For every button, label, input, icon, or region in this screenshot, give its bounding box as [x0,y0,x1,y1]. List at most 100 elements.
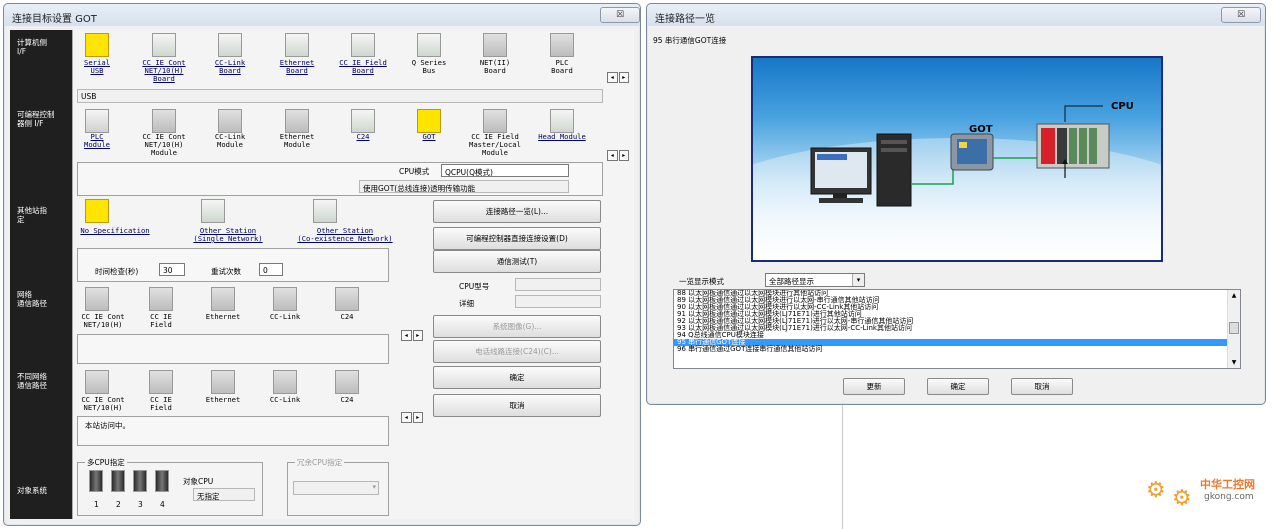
net-cc-link-label: CC-Link [269,312,301,321]
section-network-route: 网络 通信路径 [17,290,47,308]
net-ii-board-icon[interactable] [483,33,507,57]
c24-icon[interactable] [351,109,375,133]
plc-direct-connect-button[interactable]: 可编程控制器直接连接设置(D) [433,227,601,250]
cc-ie-cont-board-label: CC IE Cont NET/10(H) Board [142,58,186,83]
no-specification-label: No Specification [80,226,150,235]
watermark-url: gkong.com [1204,492,1254,502]
no-specification-icon[interactable] [85,199,109,223]
network-route-box [77,334,389,364]
selected-route-title: 95 串行通信GOT连接 [653,36,727,45]
head-module-icon[interactable] [550,109,574,133]
section-sidebar: 计算机侧 I/F 可编程控制 器侧 I/F 其他站指 定 网络 通信路径 不同网… [10,30,72,519]
diff-cc-ie-cont-icon[interactable] [85,370,109,394]
diff-ethernet-icon[interactable] [211,370,235,394]
diff-network-scroll-arrows[interactable]: ◂ ▸ [401,412,423,423]
cpu-1-icon[interactable] [89,470,103,492]
watermark-text: 中华工控网 [1200,478,1255,491]
route-list-scrollbar[interactable]: ▲ ▼ [1227,290,1240,368]
section-plc-if: 可编程控制 器侧 I/F [17,110,55,128]
cpu-type-field [515,278,601,291]
diff-c24-icon[interactable] [335,370,359,394]
timeout-label: 时间检查(秒) [95,267,139,276]
refresh-button[interactable]: 更新 [843,378,905,395]
route-listbox[interactable]: 88 以太网板通信通过以太网模块进行其他站访问 89 以太网板通信通过以太网模块… [673,289,1241,369]
other-station-coexist-icon[interactable] [313,199,337,223]
gear-icon: ⚙ [1172,486,1192,511]
ok-button[interactable]: 确定 [433,366,601,389]
net-cc-ie-field-icon[interactable] [149,287,173,311]
cpu-mode-label: CPU模式 [399,167,430,176]
cpu-2-icon[interactable] [111,470,125,492]
scroll-thumb[interactable] [1229,322,1239,334]
got-label: GOT [422,132,436,141]
redundant-cpu-select[interactable]: ▾ [293,481,379,495]
display-mode-select[interactable]: 全部路径显示 ▾ [765,273,865,287]
got-icon[interactable] [417,109,441,133]
window-title: 连接目标设置 GOT [4,4,640,26]
cc-ie-field-board-icon[interactable] [351,33,375,57]
plc-if-scroll-arrows[interactable]: ◂ ▸ [607,150,629,161]
cc-ie-cont-module-icon[interactable] [152,109,176,133]
ethernet-board-icon[interactable] [285,33,309,57]
cancel-button[interactable]: 取消 [433,394,601,417]
route-list-button[interactable]: 连接路径一览(L)... [433,200,601,223]
net-cc-ie-cont-icon[interactable] [85,287,109,311]
serial-usb-icon[interactable] [85,33,109,57]
connection-diagram: GOT CPU [751,56,1163,262]
chevron-down-icon: ▾ [372,483,376,491]
section-target-system: 对象系统 [17,486,47,495]
computer-if-value: USB [77,89,603,103]
net-ethernet-icon[interactable] [211,287,235,311]
other-station-single-label: Other Station (Single Network) [193,226,263,243]
route-ok-button[interactable]: 确定 [927,378,989,395]
cpu-number-3: 3 [138,500,143,509]
cc-link-board-icon[interactable] [218,33,242,57]
gear-icon: ⚙ [1146,478,1166,503]
section-diff-network-route: 不同网络 通信路径 [17,372,47,390]
cc-ie-field-module-icon[interactable] [483,109,507,133]
cpu-4-icon[interactable] [155,470,169,492]
transfer-function-text: 使用GOT(总线连接)透明传输功能 [359,180,569,193]
comm-test-button[interactable]: 通信测试(T) [433,250,601,273]
net-ii-board-label: NET(II) Board [479,58,511,75]
watermark: ⚙ ⚙ 中华工控网 gkong.com [1146,474,1274,514]
plc-board-icon[interactable] [550,33,574,57]
target-cpu-label: 对象CPU [183,477,214,486]
cc-ie-cont-board-icon[interactable] [152,33,176,57]
scroll-up-icon[interactable]: ▲ [1228,290,1240,301]
ethernet-module-icon[interactable] [285,109,309,133]
diff-cc-link-icon[interactable] [273,370,297,394]
ethernet-board-label: Ethernet Board [279,58,315,75]
cc-link-module-icon[interactable] [218,109,242,133]
status-text: 本站访问中。 [85,421,130,430]
system-image-button[interactable]: 系统图像(G)... [433,315,601,338]
list-item[interactable]: 96 串行通信通过GOT连接串行通信其他站访问 [674,346,1227,353]
diff-cc-ie-field-icon[interactable] [149,370,173,394]
net-cc-link-icon[interactable] [273,287,297,311]
route-cancel-button[interactable]: 取消 [1011,378,1073,395]
retry-label: 重试次数 [211,267,241,276]
cpu-number-4: 4 [160,500,165,509]
retry-input[interactable]: 0 [259,263,283,276]
cc-link-module-label: CC-Link Module [214,132,246,149]
q-series-bus-icon[interactable] [417,33,441,57]
cpu-3-icon[interactable] [133,470,147,492]
list-item[interactable]: 94 Q总线通信CPU模块连接 [674,332,1227,339]
net-c24-icon[interactable] [335,287,359,311]
network-scroll-arrows[interactable]: ◂ ▸ [401,330,423,341]
cpu-mode-value[interactable]: QCPU(Q模式) [441,164,569,177]
phone-line-button[interactable]: 电话线路连接(C24)(C)... [433,340,601,363]
scroll-down-icon[interactable]: ▼ [1228,357,1240,368]
route-list-window: 连接路径一览 ☒ 95 串行通信GOT连接 GOT CPU 一览显示模式 全部路… [646,3,1266,405]
other-station-single-icon[interactable] [201,199,225,223]
plc-board-label: PLC Board [551,58,573,75]
route-list-items: 88 以太网板通信通过以太网模块进行其他站访问 89 以太网板通信通过以太网模块… [674,290,1227,353]
close-button[interactable]: ☒ [600,7,640,23]
route-close-button[interactable]: ☒ [1221,7,1261,23]
detail-label: 详细 [459,299,474,308]
display-mode-label: 一览显示模式 [679,277,724,286]
cpu-diagram-label: CPU [1111,101,1134,112]
plc-module-icon[interactable] [85,109,109,133]
computer-if-scroll-arrows[interactable]: ◂ ▸ [607,72,629,83]
timeout-input[interactable]: 30 [159,263,185,276]
